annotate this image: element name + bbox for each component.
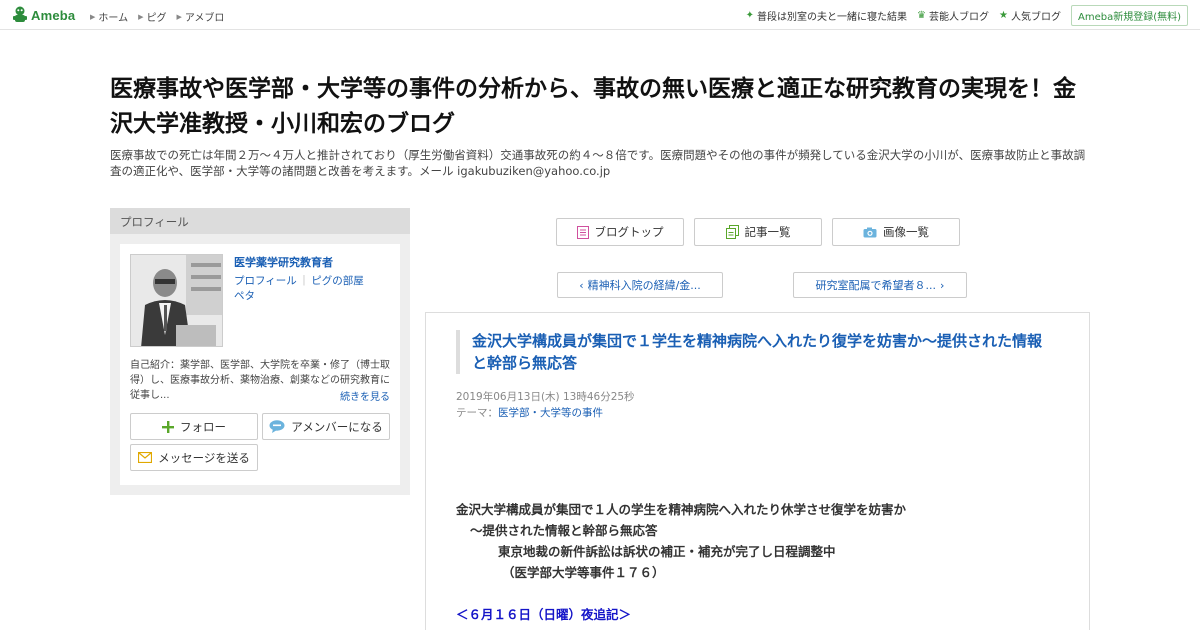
celebrity-blog-label: 芸能人ブログ	[929, 12, 990, 23]
blog-description: 医療事故での死亡は年間２万〜４万人と推計されており（厚生労働省資料）交通事故死の…	[110, 148, 1086, 178]
nav-pigg[interactable]: ▶ ピグ	[138, 9, 167, 25]
global-nav: ▶ ホーム ▶ ピグ ▶ アメブロ	[90, 9, 225, 25]
caret-right-icon: ▶	[176, 12, 182, 21]
entry-title[interactable]: 金沢大学構成員が集団で１学生を精神病院へ入れたり復学を妨害か〜提供された情報と幹…	[456, 330, 1056, 374]
pigg-room-link[interactable]: ピグの部屋	[311, 275, 364, 287]
caret-right-icon: ▶	[138, 12, 144, 21]
entry-theme: テーマ：医学部・大学等の事件	[456, 405, 603, 420]
entry-body-line: 東京地裁の新件訴訟は訴状の補正・補充が完了し日程調整中	[498, 544, 836, 559]
envelope-icon	[138, 452, 153, 463]
chevron-left-icon: ‹	[579, 278, 584, 292]
notepad-icon	[576, 225, 589, 239]
profile-photo	[131, 255, 222, 346]
speech-bubble-icon	[269, 420, 285, 433]
blog-top-button[interactable]: ブログトップ	[556, 218, 684, 246]
nav-home-label: ホーム	[98, 13, 129, 24]
signup-button[interactable]: Ameba新規登録(無料)	[1070, 5, 1188, 26]
profile-links: プロフィール｜ピグの部屋 ペタ	[234, 274, 394, 304]
profile-card: 医学薬学研究教育者 プロフィール｜ピグの部屋 ペタ 自己紹介：薬学部、医学部、大…	[120, 244, 400, 485]
previous-entry-link[interactable]: ‹ 精神科入院の経緯/金...	[557, 272, 723, 298]
nav-ameblo-label: アメブロ	[184, 13, 225, 24]
profile-heading: プロフィール	[110, 208, 410, 234]
trending-link-label: 普段は別室の夫と一緒に寝た結果	[757, 12, 908, 23]
profile-name[interactable]: 医学薬学研究教育者	[234, 254, 333, 270]
star-icon: ★	[999, 10, 1008, 21]
trending-link[interactable]: ✦ 普段は別室の夫と一緒に寝た結果	[746, 8, 907, 23]
chevron-right-icon: ›	[940, 278, 945, 292]
next-entry-link[interactable]: 研究室配属で希望者８... ›	[793, 272, 967, 298]
popular-blog-link[interactable]: ★ 人気ブログ	[999, 8, 1061, 23]
nav-pigg-label: ピグ	[146, 13, 167, 24]
image-list-label: 画像一覧	[883, 225, 929, 239]
message-button[interactable]: メッセージを送る	[130, 444, 258, 471]
follow-label: フォロー	[180, 419, 226, 434]
article-list-label: 記事一覧	[744, 225, 791, 239]
entry-update-note: ＜６月１６日（日曜）夜追記＞	[456, 607, 632, 622]
amember-button[interactable]: アメンバーになる	[262, 413, 390, 440]
nav-ameblo[interactable]: ▶ アメブロ	[176, 9, 225, 25]
crown-icon: ♛	[917, 10, 927, 21]
article-list-button[interactable]: 記事一覧	[694, 218, 822, 246]
global-header: Ameba ▶ ホーム ▶ ピグ ▶ アメブロ ✦ 普段は別室の夫と一緒に寝た結果 ♛ 芸…	[0, 0, 1200, 30]
entry-date: 2019年06月13日(木) 13時46分25秒	[456, 391, 635, 403]
previous-entry-label: 精神科入院の経緯/金...	[587, 279, 701, 292]
blog-top-label: ブログトップ	[594, 225, 664, 239]
amember-label: アメンバーになる	[291, 419, 383, 434]
caret-right-icon: ▶	[90, 12, 96, 21]
follow-button[interactable]: フォロー	[130, 413, 258, 440]
theme-link[interactable]: 医学部・大学等の事件	[498, 407, 603, 419]
image-list-button[interactable]: 画像一覧	[832, 218, 960, 246]
ameba-logo[interactable]: Ameba	[12, 6, 75, 24]
message-label: メッセージを送る	[158, 450, 250, 465]
sparkle-icon: ✦	[745, 10, 755, 21]
profile-link[interactable]: プロフィール	[234, 275, 297, 287]
logo-text: Ameba	[31, 7, 76, 23]
blog-entry: 金沢大学構成員が集団で１学生を精神病院へ入れたり復学を妨害か〜提供された情報と幹…	[425, 312, 1090, 630]
header-right-links: ✦ 普段は別室の夫と一緒に寝た結果 ♛ 芸能人ブログ ★ 人気ブログ Ameba新規登…	[746, 5, 1188, 26]
entry-body-line: 金沢大学構成員が集団で１人の学生を精神病院へ入れたり休学させ復学を妨害か	[456, 502, 907, 517]
nav-home[interactable]: ▶ ホーム	[90, 9, 129, 25]
popular-blog-label: 人気ブログ	[1010, 12, 1061, 23]
peta-link[interactable]: ペタ	[234, 290, 255, 302]
profile-panel: プロフィール 医学薬学研究教育者 プロフィール｜ピグの部屋 ペタ 自己紹介：薬学…	[110, 208, 410, 495]
next-entry-label: 研究室配属で希望者８...	[815, 279, 937, 292]
entry-body-line: （医学部大学等事件１７６）	[502, 565, 665, 580]
read-more-link[interactable]: 続きを見る	[340, 388, 390, 403]
avatar[interactable]	[130, 254, 223, 347]
celebrity-blog-link[interactable]: ♛ 芸能人ブログ	[917, 8, 989, 23]
documents-icon	[725, 225, 739, 239]
theme-label: テーマ：	[456, 407, 498, 419]
ameba-logo-icon	[13, 6, 27, 22]
link-separator: ｜	[298, 275, 310, 287]
plus-icon	[162, 420, 174, 433]
entry-body-line: 〜提供された情報と幹部ら無応答	[470, 523, 658, 538]
blog-title[interactable]: 医療事故や医学部・大学等の事件の分析から、事故の無い医療と適正な研究教育の実現を…	[110, 72, 1090, 142]
camera-icon	[863, 227, 877, 237]
